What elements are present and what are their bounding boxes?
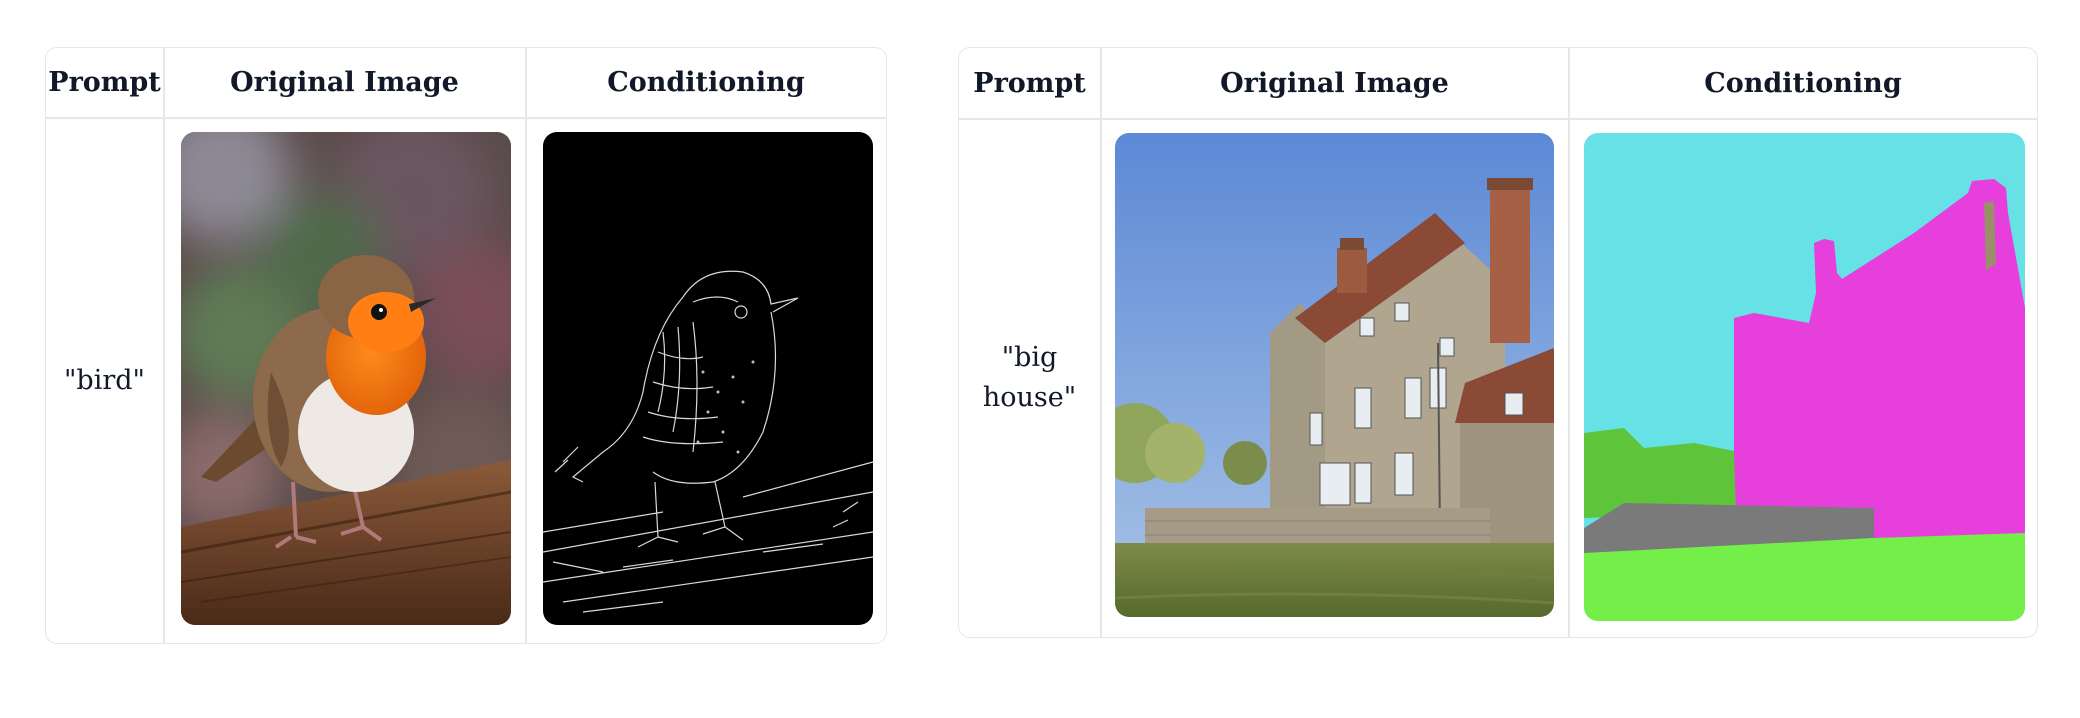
header-divider xyxy=(959,118,2037,120)
header-original-image: Original Image xyxy=(230,67,459,98)
header-prompt: Prompt xyxy=(48,67,161,98)
header-conditioning: Conditioning xyxy=(607,67,805,98)
header-divider xyxy=(46,117,886,119)
column-divider xyxy=(1100,48,1102,637)
header-prompt: Prompt xyxy=(973,67,1086,99)
column-divider xyxy=(525,48,527,643)
header-conditioning: Conditioning xyxy=(1704,67,1902,99)
prompt-text: "bird" xyxy=(64,364,145,396)
prompt-text: "big house" xyxy=(982,342,1077,413)
column-divider xyxy=(163,48,165,643)
conditioning-image-edges xyxy=(543,132,873,625)
conditioning-image-segmentation xyxy=(1584,133,2025,621)
comparison-table-house: Prompt Original Image Conditioning "big … xyxy=(958,47,2038,638)
column-divider xyxy=(1568,48,1570,637)
header-original-image: Original Image xyxy=(1220,67,1449,99)
comparison-table-bird: Prompt Original Image Conditioning "bird… xyxy=(45,47,887,644)
original-image-house xyxy=(1115,133,1554,617)
original-image-robin xyxy=(181,132,511,625)
